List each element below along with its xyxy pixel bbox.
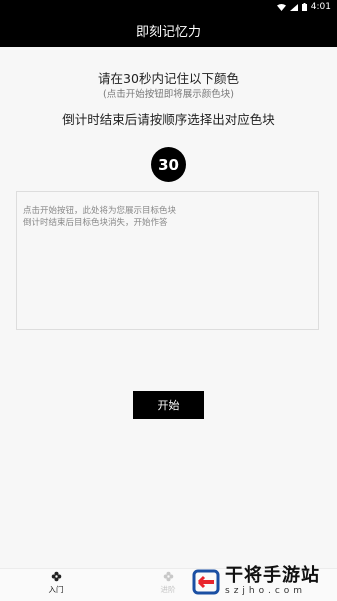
display-hint-line-2: 倒计时结束后目标色块消失，开始作答: [23, 218, 168, 228]
instruction-main: 请在30秒内记住以下颜色: [98, 71, 239, 86]
nav-tab-beginner-label: 入门: [48, 585, 64, 594]
watermark-title: 干将手游站: [225, 565, 320, 586]
flower-icon: [51, 571, 61, 582]
status-bar: 4:01: [0, 0, 337, 14]
watermark-logo: [192, 569, 220, 594]
display-hint-line-1: 点击开始按钮，此处将为您展示目标色块: [23, 206, 177, 216]
countdown-value: 30: [158, 155, 179, 174]
color-block-display-area: 点击开始按钮，此处将为您展示目标色块 倒计时结束后目标色块消失，开始作答: [16, 191, 319, 330]
start-button[interactable]: 开始: [133, 391, 204, 419]
page-title: 即刻记忆力: [135, 25, 201, 40]
nav-tab-advanced[interactable]: 进阶: [148, 571, 188, 599]
flower-icon: [163, 571, 173, 582]
instruction-subnote: (点击开始按钮即将展示颜色块): [103, 89, 234, 100]
nav-tab-beginner[interactable]: 入门: [36, 571, 76, 599]
battery-icon: [301, 3, 307, 11]
countdown-timer: 30: [151, 147, 186, 182]
signal-icon: [289, 3, 298, 11]
watermark-url: szjho.com: [225, 586, 307, 596]
status-time: 4:01: [310, 2, 331, 12]
title-bar: 即刻记忆力: [0, 14, 337, 47]
wifi-icon: [276, 3, 286, 11]
nav-tab-advanced-label: 进阶: [160, 585, 176, 594]
instruction-answer: 倒计时结束后请按顺序选择出对应色块: [62, 112, 275, 127]
watermark: 干将手游站 szjho.com: [190, 563, 337, 600]
